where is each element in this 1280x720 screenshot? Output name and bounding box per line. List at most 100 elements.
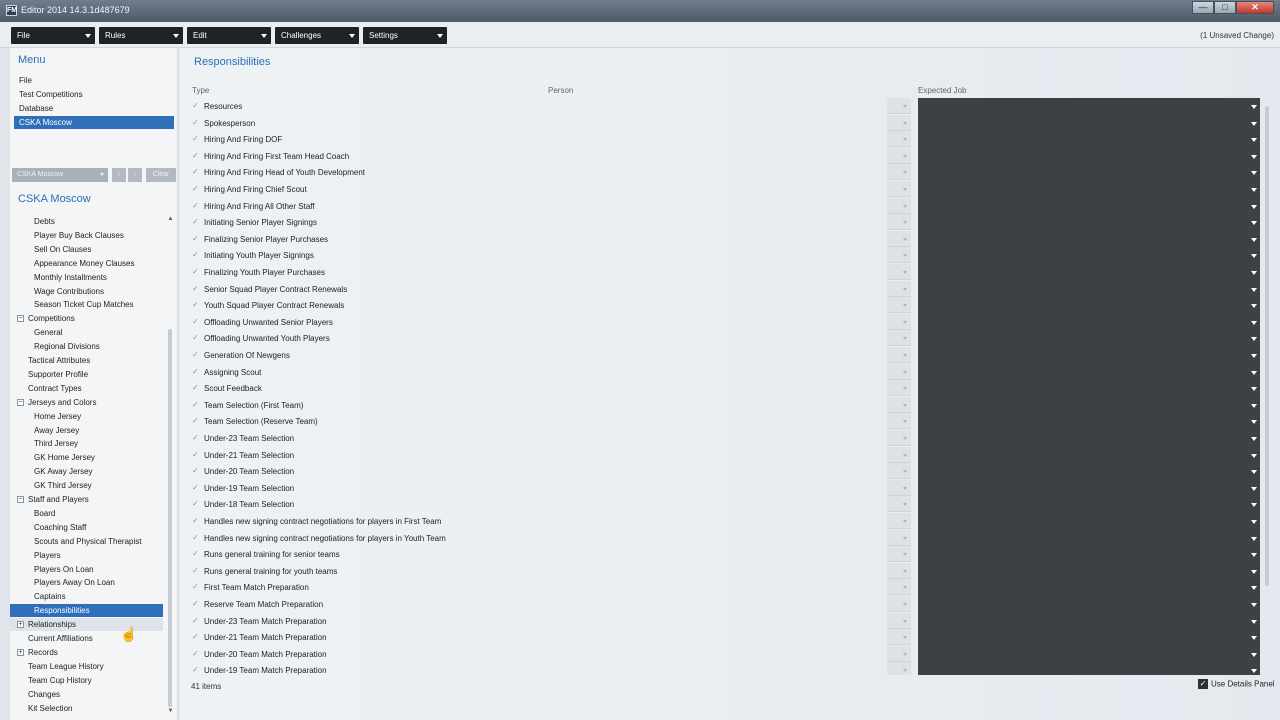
table-row[interactable]: ✓ Team Selection (Reserve Team) xyxy=(192,413,918,430)
expected-job-dropdown-icon[interactable] xyxy=(1251,188,1257,192)
expected-job-dropdown-icon[interactable] xyxy=(1251,503,1257,508)
expected-job-dropdown-icon[interactable] xyxy=(1251,221,1257,226)
maximize-button[interactable]: □ xyxy=(1214,1,1236,14)
person-select[interactable] xyxy=(887,347,911,363)
person-select[interactable] xyxy=(887,363,911,380)
tree-item[interactable]: Debts xyxy=(10,215,163,228)
person-select[interactable] xyxy=(887,214,911,231)
table-row[interactable]: ✓ Under-23 Team Selection xyxy=(192,430,918,447)
tree-item[interactable]: − Staff and Players xyxy=(10,493,163,506)
table-row[interactable]: ✓ Hiring And Firing Head of Youth Develop… xyxy=(192,164,918,181)
person-select[interactable] xyxy=(887,396,911,413)
expected-job-dropdown-icon[interactable] xyxy=(1251,320,1257,325)
clear-button[interactable]: Clear xyxy=(146,168,176,182)
table-row[interactable]: ✓ Offloading Unwanted Youth Players xyxy=(192,330,918,347)
person-select[interactable] xyxy=(887,479,911,496)
menu-item-test-competitions[interactable]: Test Competitions xyxy=(14,88,174,101)
table-row[interactable]: ✓ Under-19 Team Match Preparation xyxy=(192,662,918,675)
expected-job-dropdown-icon[interactable] xyxy=(1251,470,1257,475)
file-menu[interactable]: File xyxy=(11,27,95,44)
tree-item[interactable]: GK Third Jersey xyxy=(10,479,163,492)
person-select[interactable] xyxy=(887,297,911,314)
table-row[interactable]: ✓ Hiring And Firing Chief Scout xyxy=(192,181,918,198)
person-select[interactable] xyxy=(887,114,911,131)
person-select[interactable] xyxy=(887,264,911,280)
person-select[interactable] xyxy=(887,596,911,612)
person-select[interactable] xyxy=(887,380,911,397)
expected-job-dropdown-icon[interactable] xyxy=(1251,387,1257,392)
tree-item[interactable]: Home Jersey xyxy=(10,410,163,423)
person-select[interactable] xyxy=(887,313,911,330)
person-select[interactable] xyxy=(887,280,911,297)
tree-item[interactable]: Player Buy Back Clauses xyxy=(10,229,163,242)
main-scrollbar[interactable] xyxy=(1262,98,1272,675)
rules-menu[interactable]: Rules xyxy=(99,27,183,44)
menu-item-file[interactable]: File xyxy=(14,74,174,87)
expected-job-dropdown-icon[interactable] xyxy=(1251,569,1257,574)
expected-job-dropdown-icon[interactable] xyxy=(1251,237,1257,242)
tree-item[interactable]: Monthly Installments xyxy=(10,271,163,284)
table-row[interactable]: ✓ Offloading Unwanted Senior Players xyxy=(192,313,918,331)
tree-item[interactable]: − Competitions xyxy=(10,312,163,325)
table-row[interactable]: ✓ Hiring And Firing First Team Head Coach xyxy=(192,147,918,165)
tree-item[interactable]: Responsibilities xyxy=(10,604,163,618)
expected-job-dropdown-icon[interactable] xyxy=(1251,138,1257,143)
person-select[interactable] xyxy=(887,629,911,646)
column-header-type[interactable]: Type xyxy=(192,86,209,95)
column-header-expected-job[interactable]: Expected Job xyxy=(918,86,966,95)
tree-item[interactable]: Tactical Attributes xyxy=(10,354,163,367)
tree-item[interactable]: Supporter Profile xyxy=(10,368,163,381)
expected-job-dropdown-icon[interactable] xyxy=(1251,337,1257,342)
person-select[interactable] xyxy=(887,529,911,546)
collapse-icon[interactable]: − xyxy=(17,315,24,323)
challenges-menu[interactable]: Challenges xyxy=(275,27,359,44)
edit-menu[interactable]: Edit xyxy=(187,27,271,44)
person-select[interactable] xyxy=(887,181,911,197)
tree-item[interactable]: Appearance Money Clauses xyxy=(10,257,163,270)
person-select[interactable] xyxy=(887,546,911,563)
expected-job-dropdown-icon[interactable] xyxy=(1251,254,1257,259)
tree-item[interactable]: Wage Contributions xyxy=(10,285,163,298)
table-row[interactable]: ✓ Under-21 Team Match Preparation xyxy=(192,629,918,646)
table-row[interactable]: ✓ Runs general training for senior teams xyxy=(192,546,918,563)
tree-item[interactable]: + Relationships xyxy=(10,618,163,632)
expected-job-dropdown-icon[interactable] xyxy=(1251,370,1257,375)
person-select[interactable] xyxy=(887,98,911,114)
tree-item[interactable]: Kit Selection xyxy=(10,702,163,715)
table-row[interactable]: ✓ Finalizing Senior Player Purchases xyxy=(192,230,918,248)
person-select[interactable] xyxy=(887,230,911,247)
expected-job-dropdown-icon[interactable] xyxy=(1251,619,1257,624)
expected-job-dropdown-icon[interactable] xyxy=(1251,304,1257,309)
expected-job-dropdown-icon[interactable] xyxy=(1251,420,1257,425)
scroll-thumb[interactable] xyxy=(1265,106,1269,586)
person-select[interactable] xyxy=(887,562,911,579)
checkbox-icon[interactable]: ✓ xyxy=(1198,679,1208,689)
scroll-down-icon[interactable]: ▼ xyxy=(167,708,174,715)
person-select[interactable] xyxy=(887,413,911,430)
table-row[interactable]: ✓ Runs general training for youth teams xyxy=(192,562,918,580)
expected-job-dropdown-icon[interactable] xyxy=(1251,121,1257,126)
expected-job-dropdown-icon[interactable] xyxy=(1251,105,1257,109)
person-select[interactable] xyxy=(887,612,911,629)
tree-item[interactable]: − Jerseys and Colors xyxy=(10,396,163,409)
tree-item[interactable]: Scouts and Physical Therapist xyxy=(10,535,163,548)
tree-item[interactable]: Regional Divisions xyxy=(10,340,163,353)
table-row[interactable]: ✓ Handles new signing contract negotiatio… xyxy=(192,529,918,547)
tree-scrollbar[interactable]: ▲ ▼ xyxy=(166,214,175,720)
details-panel-toggle[interactable]: ✓ Use Details Panel xyxy=(1198,679,1275,689)
expected-job-dropdown-icon[interactable] xyxy=(1251,453,1257,458)
minimize-button[interactable]: — xyxy=(1192,1,1214,14)
expected-job-dropdown-icon[interactable] xyxy=(1251,669,1257,674)
column-header-person[interactable]: Person xyxy=(548,86,573,95)
table-row[interactable]: ✓ Assigning Scout xyxy=(192,363,918,381)
table-row[interactable]: ✓ Generation Of Newgens xyxy=(192,347,918,364)
menu-item-club[interactable]: CSKA Moscow xyxy=(14,116,174,129)
table-row[interactable]: ✓ Team Selection (First Team) xyxy=(192,396,918,414)
collapse-icon[interactable]: − xyxy=(17,496,24,503)
table-row[interactable]: ✓ First Team Match Preparation xyxy=(192,579,918,596)
tree-item[interactable]: Sell On Clauses xyxy=(10,243,163,256)
table-row[interactable]: ✓ Spokesperson xyxy=(192,114,918,132)
tree-item[interactable]: Changes xyxy=(10,688,163,701)
person-select[interactable] xyxy=(887,164,911,181)
person-select[interactable] xyxy=(887,579,911,596)
